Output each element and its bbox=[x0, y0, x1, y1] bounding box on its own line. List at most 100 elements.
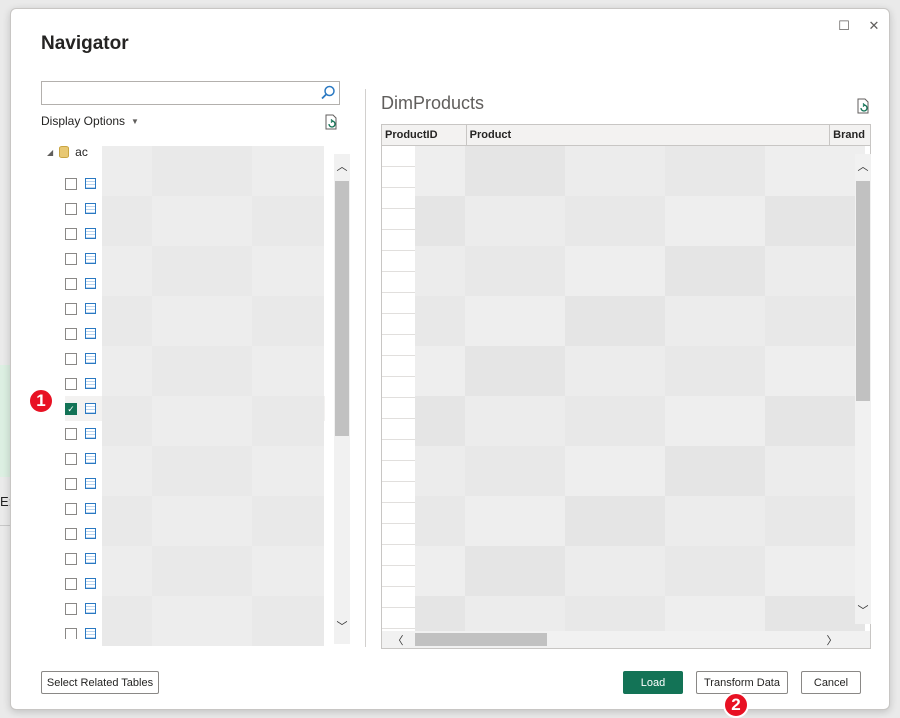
navigator-dialog: ☐ ✕ Navigator Display Options ▼ ◢ ac ] n… bbox=[10, 8, 890, 710]
scrollbar-thumb[interactable] bbox=[415, 633, 547, 646]
grid-row bbox=[382, 314, 416, 335]
grid-row bbox=[382, 608, 416, 629]
redacted-block bbox=[152, 246, 252, 296]
redacted-block bbox=[102, 246, 152, 296]
checkbox[interactable] bbox=[65, 477, 77, 490]
checkbox[interactable] bbox=[65, 427, 77, 440]
scroll-up-icon[interactable]: ︿ bbox=[334, 158, 350, 174]
checkbox[interactable] bbox=[65, 602, 77, 615]
display-options-dropdown[interactable]: Display Options ▼ bbox=[41, 114, 139, 128]
maximize-button[interactable]: ☐ bbox=[833, 15, 855, 37]
redacted-block bbox=[465, 146, 565, 196]
grid-row bbox=[382, 335, 416, 356]
step-badge-2: 2 bbox=[723, 692, 749, 718]
column-header-productid[interactable]: ProductID bbox=[382, 125, 467, 146]
column-header-product[interactable]: Product bbox=[467, 125, 831, 146]
grid-vertical-scrollbar[interactable]: ︿ ﹀ bbox=[855, 154, 871, 624]
search-icon[interactable] bbox=[319, 84, 337, 102]
scrollbar-thumb[interactable] bbox=[856, 181, 870, 401]
column-header-brand[interactable]: Brand bbox=[830, 125, 870, 146]
grid-header: ProductID Product Brand bbox=[382, 125, 870, 146]
cancel-button[interactable]: Cancel bbox=[801, 671, 861, 694]
tree-root-item[interactable]: ◢ ac bbox=[47, 145, 88, 159]
checkbox[interactable] bbox=[65, 252, 77, 265]
panel-divider bbox=[365, 89, 366, 647]
search-input[interactable] bbox=[41, 81, 340, 105]
redacted-block bbox=[252, 596, 324, 646]
scrollbar-thumb[interactable] bbox=[335, 181, 349, 436]
checkbox[interactable] bbox=[65, 327, 77, 340]
scroll-right-icon[interactable]: 〉 bbox=[824, 632, 840, 648]
grid-row bbox=[382, 377, 416, 398]
scroll-down-icon[interactable]: ﹀ bbox=[334, 618, 350, 634]
redacted-block bbox=[152, 196, 252, 246]
redacted-block bbox=[415, 396, 465, 446]
redacted-block bbox=[465, 346, 565, 396]
grid-row bbox=[382, 146, 416, 167]
grid-row bbox=[382, 209, 416, 230]
transform-data-button[interactable]: Transform Data bbox=[696, 671, 788, 694]
select-related-tables-button[interactable]: Select Related Tables bbox=[41, 671, 159, 694]
checkbox[interactable] bbox=[65, 577, 77, 590]
redacted-block bbox=[665, 296, 765, 346]
checkbox[interactable]: ✓ bbox=[65, 402, 77, 415]
redacted-block bbox=[665, 346, 765, 396]
grid-row bbox=[382, 482, 416, 503]
redacted-block bbox=[252, 396, 324, 446]
table-icon bbox=[85, 253, 96, 264]
redacted-block bbox=[665, 546, 765, 596]
redacted-block bbox=[102, 496, 152, 546]
redacted-block bbox=[415, 546, 465, 596]
redacted-block bbox=[415, 446, 465, 496]
checkbox[interactable] bbox=[65, 502, 77, 515]
load-button[interactable]: Load bbox=[623, 671, 683, 694]
redacted-block bbox=[765, 546, 865, 596]
redacted-block bbox=[665, 446, 765, 496]
redacted-block bbox=[465, 246, 565, 296]
redacted-block bbox=[415, 196, 465, 246]
redacted-block bbox=[252, 446, 324, 496]
preview-title: DimProducts bbox=[381, 93, 485, 113]
scroll-up-icon[interactable]: ︿ bbox=[855, 158, 871, 174]
redacted-block bbox=[465, 396, 565, 446]
table-icon bbox=[85, 403, 96, 414]
checkbox[interactable] bbox=[65, 352, 77, 365]
redacted-block bbox=[765, 496, 865, 546]
checkbox[interactable] bbox=[65, 627, 77, 639]
table-icon bbox=[85, 453, 96, 464]
grid-row-lines bbox=[382, 146, 416, 629]
checkbox[interactable] bbox=[65, 227, 77, 240]
grid-row bbox=[382, 503, 416, 524]
table-icon bbox=[85, 178, 96, 189]
scroll-left-icon[interactable]: 〈 bbox=[390, 632, 406, 648]
checkbox[interactable] bbox=[65, 452, 77, 465]
grid-row bbox=[382, 566, 416, 587]
redacted-block bbox=[102, 346, 152, 396]
redacted-block bbox=[152, 346, 252, 396]
tree-vertical-scrollbar[interactable]: ︿ ﹀ bbox=[334, 154, 350, 644]
maximize-icon: ☐ bbox=[838, 18, 850, 33]
redacted-block bbox=[152, 146, 252, 196]
redacted-block bbox=[465, 446, 565, 496]
redacted-block bbox=[565, 196, 665, 246]
grid-row bbox=[382, 167, 416, 188]
checkbox[interactable] bbox=[65, 177, 77, 190]
grid-row bbox=[382, 188, 416, 209]
checkbox[interactable] bbox=[65, 302, 77, 315]
scroll-down-icon[interactable]: ﹀ bbox=[855, 602, 871, 618]
table-icon bbox=[85, 603, 96, 614]
redacted-block bbox=[252, 296, 324, 346]
collapse-triangle-icon[interactable]: ◢ bbox=[47, 148, 53, 157]
checkbox[interactable] bbox=[65, 527, 77, 540]
redacted-block bbox=[252, 496, 324, 546]
table-icon bbox=[85, 528, 96, 539]
grid-row bbox=[382, 251, 416, 272]
checkbox[interactable] bbox=[65, 552, 77, 565]
refresh-icon[interactable] bbox=[854, 97, 872, 115]
refresh-icon[interactable] bbox=[322, 113, 340, 131]
checkbox[interactable] bbox=[65, 377, 77, 390]
grid-horizontal-scrollbar[interactable]: 〈 〉 bbox=[382, 631, 870, 648]
checkbox[interactable] bbox=[65, 202, 77, 215]
checkbox[interactable] bbox=[65, 277, 77, 290]
close-button[interactable]: ✕ bbox=[863, 15, 885, 37]
